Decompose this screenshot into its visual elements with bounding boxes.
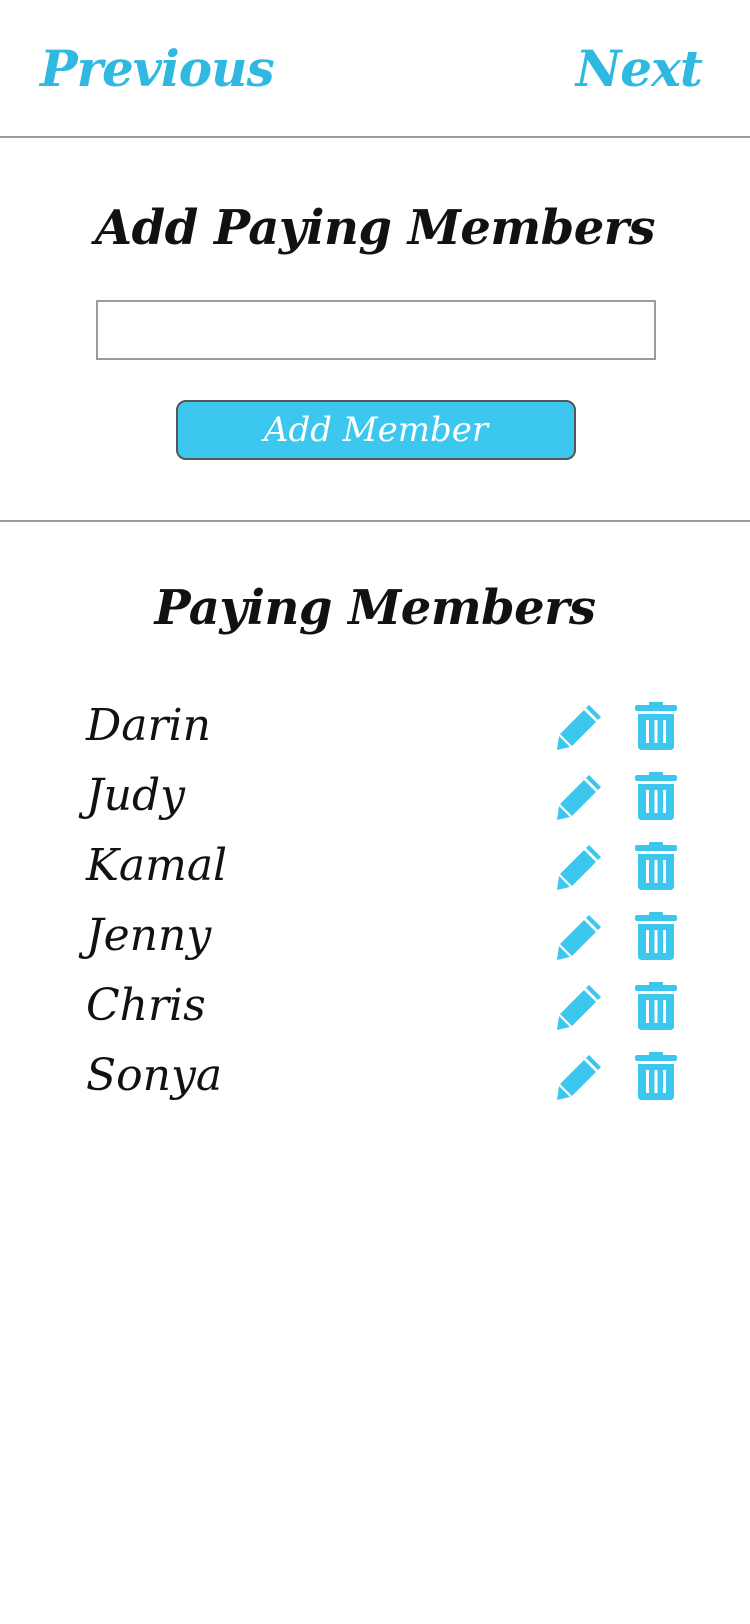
- previous-link[interactable]: Previous: [40, 34, 275, 104]
- trash-icon: [635, 982, 677, 1030]
- member-row: Judy: [0, 764, 750, 834]
- members-list: Darin Judy Kamal Jenny Chris Sonya: [0, 694, 750, 1114]
- pencil-icon: [557, 985, 601, 1030]
- next-link[interactable]: Next: [576, 34, 703, 104]
- pencil-icon: [557, 705, 601, 750]
- trash-icon: [635, 912, 677, 960]
- delete-member-button[interactable]: [630, 1050, 682, 1102]
- delete-member-button[interactable]: [630, 980, 682, 1032]
- member-name: Sonya: [86, 1050, 223, 1101]
- add-member-button[interactable]: Add Member: [176, 400, 576, 460]
- trash-icon: [635, 1052, 677, 1100]
- delete-member-button[interactable]: [630, 910, 682, 962]
- add-members-title: Add Paying Members: [94, 200, 656, 256]
- trash-icon: [635, 842, 677, 890]
- trash-icon: [635, 772, 677, 820]
- member-row: Darin: [0, 694, 750, 764]
- member-row: Kamal: [0, 834, 750, 904]
- pencil-icon: [557, 915, 601, 960]
- member-row: Chris: [0, 974, 750, 1044]
- member-name-input[interactable]: [96, 300, 656, 360]
- add-member-section: Add Paying Members Add Member: [0, 138, 750, 522]
- edit-member-button[interactable]: [554, 770, 606, 822]
- delete-member-button[interactable]: [630, 700, 682, 752]
- member-name: Kamal: [86, 840, 228, 891]
- edit-member-button[interactable]: [554, 700, 606, 752]
- member-name: Darin: [86, 700, 211, 751]
- member-row: Sonya: [0, 1044, 750, 1114]
- delete-member-button[interactable]: [630, 840, 682, 892]
- top-navigation: Previous Next: [0, 0, 750, 138]
- pencil-icon: [557, 845, 601, 890]
- edit-member-button[interactable]: [554, 840, 606, 892]
- delete-member-button[interactable]: [630, 770, 682, 822]
- edit-member-button[interactable]: [554, 910, 606, 962]
- pencil-icon: [557, 1055, 601, 1100]
- member-name: Chris: [86, 980, 206, 1031]
- edit-member-button[interactable]: [554, 980, 606, 1032]
- edit-member-button[interactable]: [554, 1050, 606, 1102]
- paying-members-title: Paying Members: [154, 580, 596, 636]
- member-row: Jenny: [0, 904, 750, 974]
- member-name: Judy: [86, 770, 185, 821]
- pencil-icon: [557, 775, 601, 820]
- trash-icon: [635, 702, 677, 750]
- member-name: Jenny: [86, 910, 212, 961]
